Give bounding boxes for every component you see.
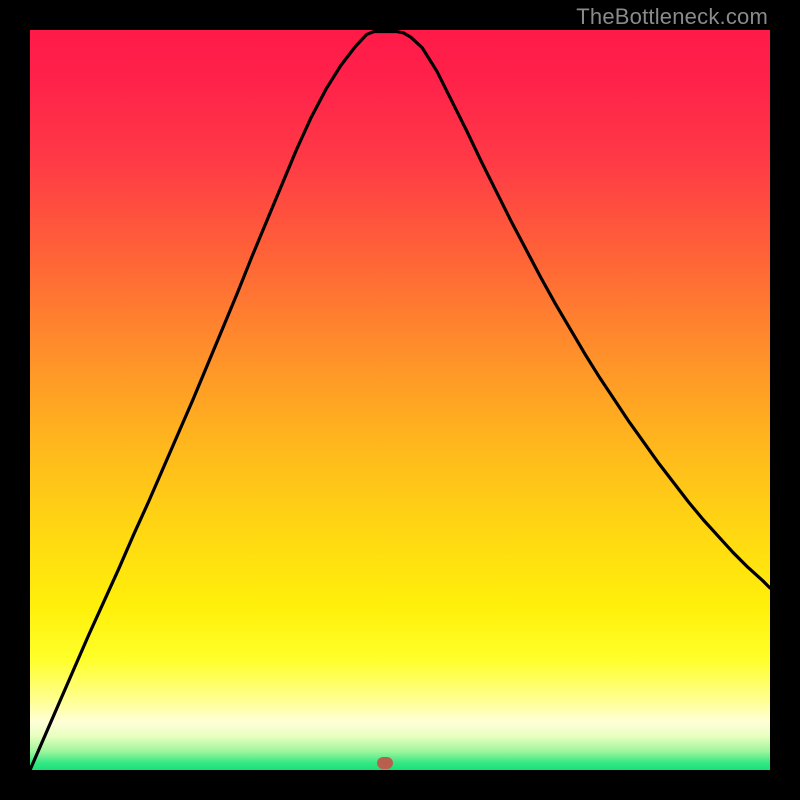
watermark-text: TheBottleneck.com [576,4,768,30]
plot-area [30,30,770,770]
chart-frame: TheBottleneck.com [0,0,800,800]
optimum-marker [377,757,393,769]
bottleneck-curve [30,30,770,770]
